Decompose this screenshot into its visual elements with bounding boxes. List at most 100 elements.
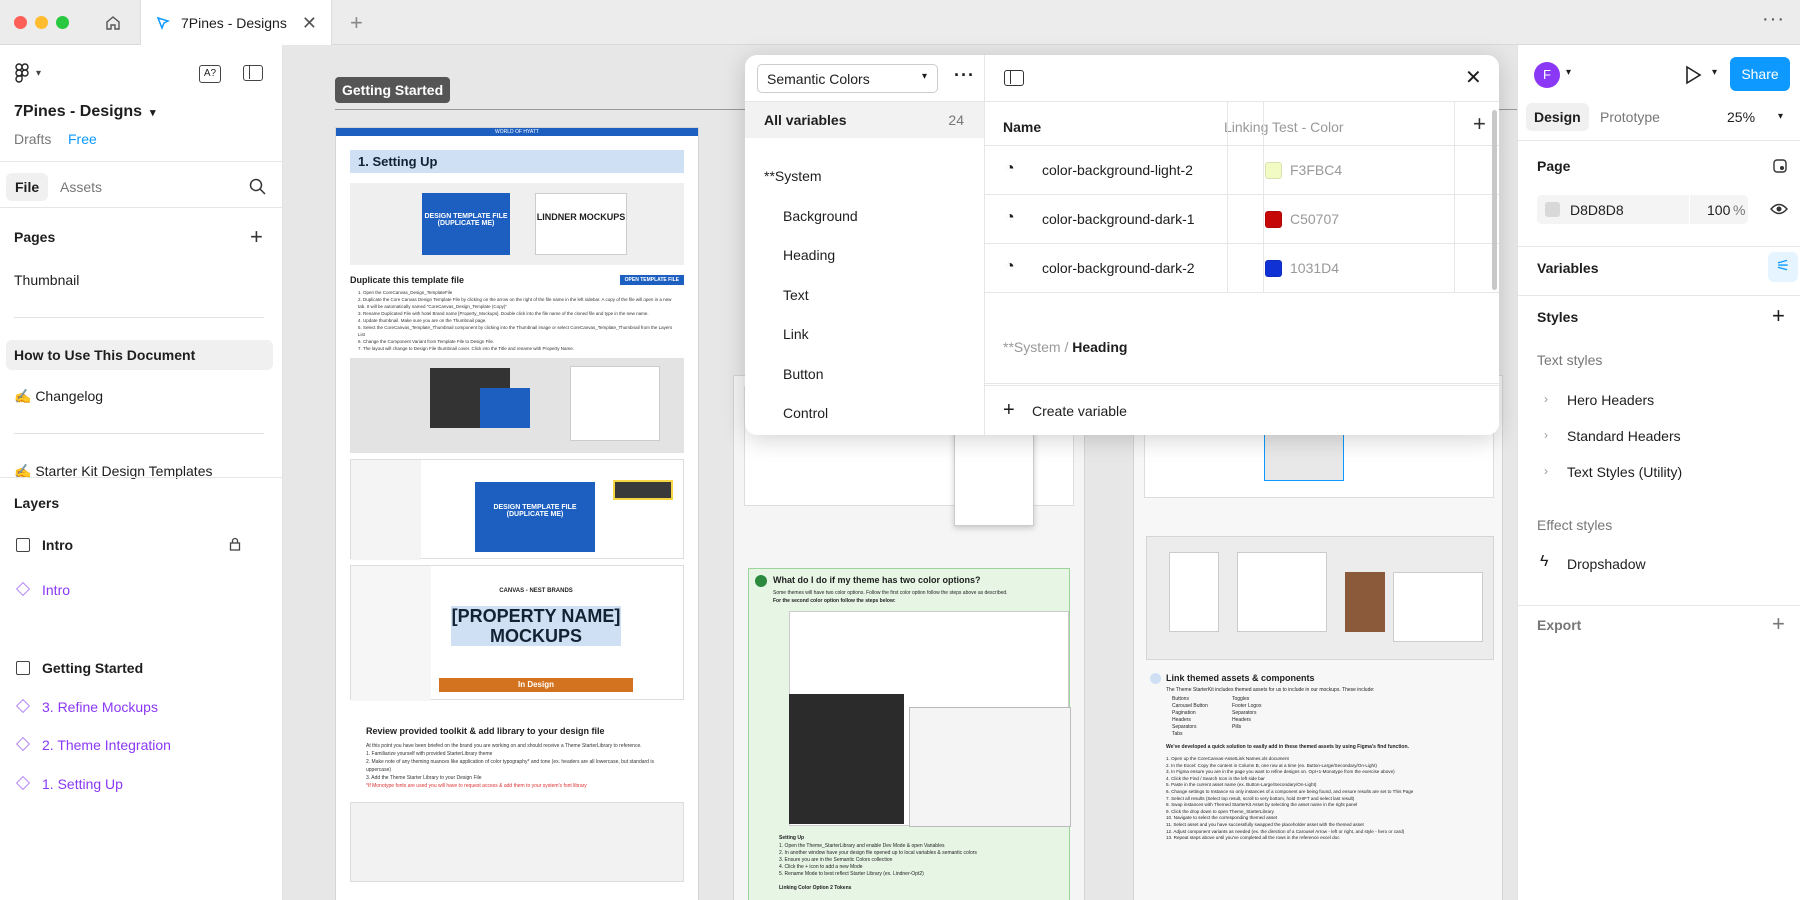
step1-line: 3. Rename Duplicated File with hotel Bra…	[358, 311, 649, 316]
avatar[interactable]: F	[1534, 62, 1560, 88]
panel-scrollbar[interactable]	[1492, 110, 1497, 290]
ai-actions-icon[interactable]: A?	[199, 65, 221, 83]
variables-settings-icon[interactable]: ⚟	[1768, 252, 1798, 282]
layer-getting-started[interactable]: Getting Started	[42, 660, 143, 676]
close-icon[interactable]: ✕	[1465, 65, 1482, 90]
link-step: 3. In Figma ensure you are in the page y…	[1166, 769, 1395, 775]
search-icon[interactable]	[249, 178, 266, 195]
text-style-utility[interactable]: Text Styles (Utility)	[1567, 464, 1682, 480]
group-text[interactable]: Text	[783, 287, 809, 303]
callout-question: What do I do if my theme has two color o…	[773, 575, 981, 585]
template-card-sub: (DUPLICATE ME)	[437, 220, 495, 227]
file-name-row[interactable]: 7Pines - Designs ▾	[14, 103, 156, 121]
step1-line: 1. Open the CoreCanvas_Design_TemplateFi…	[358, 290, 453, 295]
group-link[interactable]: Link	[783, 326, 809, 342]
link-assets-title: Link themed assets & components	[1166, 673, 1315, 683]
group-system[interactable]: **System	[764, 168, 822, 184]
setting-up-label: Setting Up	[779, 835, 804, 841]
text-style-standard[interactable]: Standard Headers	[1567, 428, 1681, 444]
variable-row[interactable]: ◔ color-background-dark-1 C50707	[985, 195, 1499, 244]
effect-style-dropshadow[interactable]: Dropshadow	[1567, 556, 1646, 572]
column-mode-header[interactable]: Linking Test - Color	[1224, 119, 1344, 135]
eye-icon[interactable]	[1770, 202, 1788, 216]
file-name: 7Pines - Designs	[14, 103, 143, 120]
chevron-right-icon: ›	[1544, 428, 1548, 442]
zoom-level[interactable]: 25%	[1727, 109, 1755, 125]
step2-title: Review provided toolkit & add library to…	[366, 726, 605, 736]
link-steps: 1. Open up the CoreCanvas-AssetLink Name…	[1166, 756, 1496, 842]
tab-prototype[interactable]: Prototype	[1600, 109, 1660, 125]
group-button[interactable]: Button	[783, 366, 823, 382]
page-item-how-to-use[interactable]: How to Use This Document	[6, 340, 273, 370]
drafts-label[interactable]: Drafts	[14, 131, 51, 147]
page-item-thumbnail[interactable]: Thumbnail	[14, 272, 79, 288]
open-template-button[interactable]: OPEN TEMPLATE FILE	[619, 275, 684, 285]
page-style-icon[interactable]	[1772, 158, 1788, 174]
tab-design[interactable]: Design	[1526, 103, 1589, 131]
add-export-icon[interactable]: +	[1772, 611, 1785, 637]
page-color-swatch[interactable]	[1545, 202, 1560, 217]
variable-row[interactable]: ◔ color-background-light-2 F3FBC4	[985, 146, 1499, 195]
step1-line: 5. Select the CoreCanvas_Template_Thumbn…	[358, 325, 673, 337]
all-variables-item[interactable]: All variables 24	[745, 102, 984, 138]
template-card: DESIGN TEMPLATE FILE (DUPLICATE ME)	[422, 193, 510, 255]
chevron-down-icon[interactable]: ▾	[1778, 111, 1783, 122]
canvas-brand: CANVAS - NEST BRANDS	[499, 588, 573, 594]
chevron-right-icon: ›	[1544, 464, 1548, 478]
page-item-label: How to Use This Document	[14, 347, 196, 363]
toggle-groups-icon[interactable]	[1004, 70, 1024, 86]
brand-strip: WORLD OF HYATT	[336, 128, 698, 136]
present-play-icon[interactable]	[1684, 65, 1702, 85]
variable-row[interactable]: ◔ color-background-dark-2 1031D4	[985, 244, 1499, 293]
close-window-button[interactable]	[14, 16, 27, 29]
layer-theme-integration[interactable]: 2. Theme Integration	[42, 737, 171, 753]
minimize-window-button[interactable]	[35, 16, 48, 29]
more-menu-button[interactable]: ···	[1762, 8, 1785, 31]
layer-intro-component[interactable]: Intro	[42, 582, 70, 598]
share-button[interactable]: Share	[1730, 57, 1790, 91]
collection-more-icon[interactable]: ···	[954, 65, 975, 86]
tab-assets[interactable]: Assets	[60, 179, 102, 195]
page-color-field[interactable]: D8D8D8 100 %	[1537, 195, 1748, 224]
frame-label[interactable]: Getting Started	[335, 77, 451, 103]
home-tab[interactable]	[96, 6, 130, 40]
linking-label: Linking Color Option 2 Tokens	[779, 885, 852, 891]
maximize-window-button[interactable]	[56, 16, 69, 29]
layer-intro-frame[interactable]: Intro	[42, 537, 73, 553]
chevron-down-icon[interactable]: ▾	[1712, 67, 1717, 78]
chevron-down-icon[interactable]: ▾	[1566, 67, 1571, 78]
step1-line: 4. Update thumbnail. Make sure you are o…	[358, 318, 487, 323]
plan-badge[interactable]: Free	[68, 131, 97, 147]
tab-file[interactable]: File	[6, 173, 49, 201]
page-color-value[interactable]: D8D8D8	[1570, 202, 1624, 218]
collection-select[interactable]: Semantic Colors ▾	[757, 64, 938, 93]
mockups-card: LINDNER MOCKUPS	[535, 193, 627, 255]
add-mode-icon[interactable]: +	[1473, 111, 1486, 137]
variable-name: color-background-dark-2	[1042, 260, 1195, 276]
asset-list-a: Buttons Carousel Button Pagination Heade…	[1172, 696, 1208, 738]
layer-refine-mockups[interactable]: 3. Refine Mockups	[42, 699, 158, 715]
layer-setting-up[interactable]: 1. Setting Up	[42, 776, 123, 792]
variable-swatch	[1265, 260, 1282, 277]
add-page-icon[interactable]: +	[250, 224, 263, 250]
close-tab-icon[interactable]: ✕	[302, 13, 317, 34]
add-style-icon[interactable]: +	[1772, 303, 1785, 329]
sidebar-toggle-icon[interactable]	[243, 65, 263, 81]
page-item-changelog[interactable]: ✍️ Changelog	[14, 388, 103, 405]
board-theme-integration[interactable]: What do I do if my theme has two color o…	[733, 375, 1085, 900]
group-background[interactable]: Background	[783, 208, 858, 224]
text-style-hero[interactable]: Hero Headers	[1567, 392, 1654, 408]
lock-icon[interactable]	[229, 537, 241, 551]
create-variable-button[interactable]: + Create variable	[985, 385, 1499, 435]
group-control[interactable]: Control	[783, 405, 828, 421]
group-heading[interactable]: Heading	[783, 247, 835, 263]
board-setting-up[interactable]: WORLD OF HYATT 1. Setting Up DESIGN TEMP…	[335, 127, 699, 900]
color-variable-icon: ◔	[1005, 160, 1015, 177]
page-opacity-value[interactable]: 100	[1707, 202, 1730, 218]
board-refine-mockups[interactable]: Link themed assets & components The Them…	[1133, 375, 1503, 900]
step1-instructions: 1. Open the CoreCanvas_Design_TemplateFi…	[358, 289, 676, 352]
main-menu-button[interactable]: ▾	[14, 63, 41, 83]
file-tab[interactable]: 7Pines - Designs ✕	[140, 0, 332, 45]
new-tab-button[interactable]: +	[350, 10, 363, 36]
file-tab-title: 7Pines - Designs	[181, 14, 287, 31]
